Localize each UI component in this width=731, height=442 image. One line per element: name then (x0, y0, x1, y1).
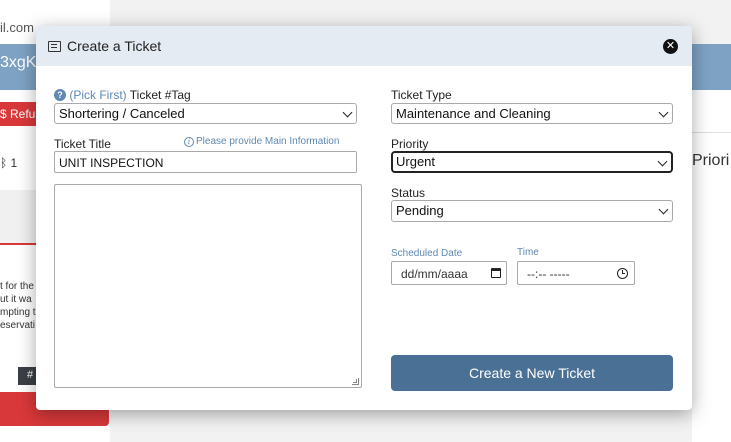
background-text-line: eservati (0, 320, 36, 331)
background-divider (692, 132, 731, 133)
background-text-line: ut it wa (0, 294, 32, 305)
scheduled-date-label: Scheduled Date (391, 248, 463, 259)
background-priority-fragment: Priori (692, 152, 730, 169)
info-icon: i (184, 137, 194, 147)
ticket-tag-select[interactable]: Shortering / Canceled (54, 103, 357, 124)
ticket-tag-label-row: ? (Pick First) Ticket #Tag (54, 88, 191, 102)
create-ticket-button[interactable]: Create a New Ticket (391, 355, 673, 391)
clock-icon[interactable] (617, 268, 628, 279)
modal-title: Create a Ticket (67, 38, 162, 54)
close-button[interactable]: ✕ (663, 39, 678, 54)
calendar-icon[interactable] (491, 268, 501, 278)
background-text-line: mpting t (0, 307, 36, 318)
chevron-down-icon (657, 156, 668, 167)
help-icon[interactable]: ? (54, 89, 66, 101)
ticket-type-value: Maintenance and Cleaning (396, 106, 551, 121)
background-text-line: t for the (0, 281, 34, 292)
ticket-icon (48, 40, 61, 52)
ticket-tag-value: Shortering / Canceled (59, 106, 185, 121)
chevron-down-icon (658, 107, 669, 118)
background-code-fragment: 3xgK (0, 54, 37, 71)
status-value: Pending (396, 203, 444, 218)
priority-label: Priority (391, 137, 429, 151)
ticket-title-info-note: i Please provide Main Information (184, 136, 339, 147)
scheduled-date-placeholder: dd/mm/aaaa (401, 267, 468, 281)
chevron-down-icon (342, 107, 353, 118)
ticket-type-select[interactable]: Maintenance and Cleaning (391, 103, 673, 124)
info-note-text: Please provide Main Information (196, 136, 340, 147)
background-card (0, 190, 40, 245)
ticket-title-label: Ticket Title (54, 137, 111, 151)
background-email-fragment: il.com (0, 20, 34, 35)
time-input[interactable]: --:-- ----- (517, 261, 635, 285)
ticket-type-label: Ticket Type (391, 88, 452, 102)
ticket-tag-label: Ticket #Tag (129, 88, 191, 102)
background-refund-button[interactable]: $ Refun (0, 102, 40, 126)
pick-first-hint: (Pick First) (69, 88, 127, 102)
background-count-fragment: ᛒ 1 (0, 156, 18, 170)
create-ticket-modal: Create a Ticket ✕ ? (Pick First) Ticket … (36, 26, 692, 410)
background-right-panel (692, 90, 731, 442)
priority-select[interactable]: Urgent (391, 151, 673, 173)
time-placeholder: --:-- ----- (527, 267, 570, 281)
priority-value: Urgent (396, 154, 436, 169)
status-select[interactable]: Pending (391, 200, 673, 222)
background-text-block: t for the ut it wa mpting t eservati (0, 280, 40, 332)
scheduled-date-input[interactable]: dd/mm/aaaa (391, 261, 507, 285)
status-label: Status (391, 186, 426, 200)
resize-handle-icon[interactable] (352, 378, 359, 385)
time-label: Time (517, 247, 539, 258)
modal-header: Create a Ticket ✕ (36, 26, 692, 66)
description-textarea[interactable] (54, 184, 362, 388)
ticket-title-input[interactable]: UNIT INSPECTION (54, 151, 357, 173)
chevron-down-icon (658, 204, 669, 215)
